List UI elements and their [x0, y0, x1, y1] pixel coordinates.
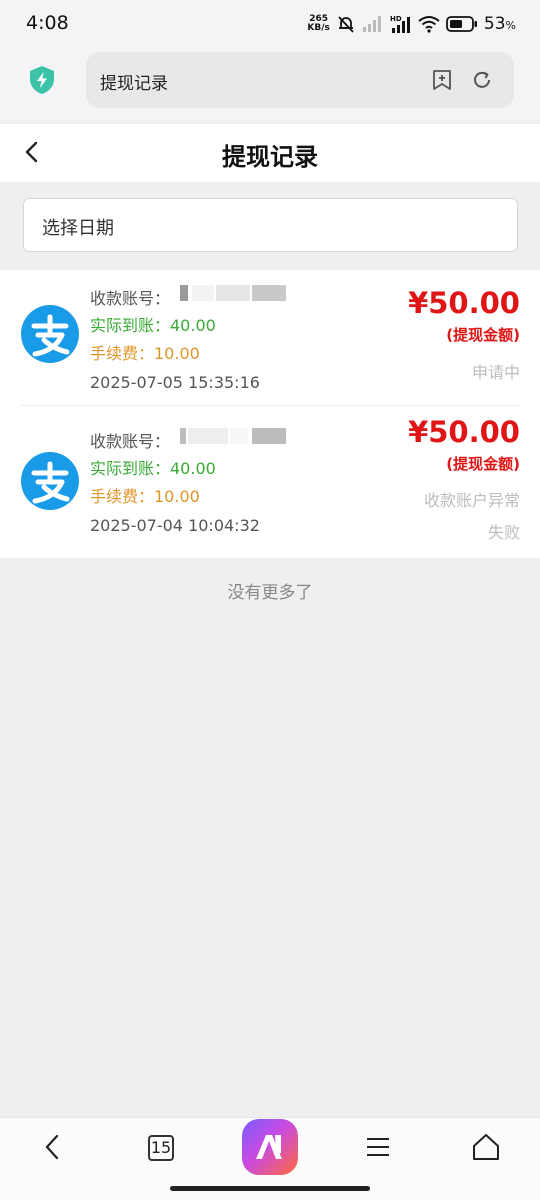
- status-icons: 265 KB/s HD 53%: [307, 12, 516, 36]
- divider: [20, 405, 520, 406]
- withdraw-amount: ¥50.00: [408, 286, 520, 320]
- add-bookmark-icon[interactable]: [430, 68, 454, 92]
- menu-icon[interactable]: [363, 1132, 393, 1162]
- account-line: 收款账号：: [90, 285, 286, 309]
- withdraw-amount-label: (提现金额): [446, 455, 520, 473]
- status-bar: 4:08 265 KB/s HD 53%: [0, 0, 540, 46]
- shield-icon[interactable]: [28, 65, 56, 95]
- fee-amount: 手续费：10.00: [90, 487, 200, 506]
- network-speed: 265 KB/s: [307, 14, 330, 33]
- list-item[interactable]: 收款账号： 实际到账：40.00 手续费：10.00 2025-07-05 15…: [0, 270, 540, 410]
- bottom-nav: 15: [0, 1117, 540, 1200]
- alipay-icon: [21, 305, 79, 363]
- withdraw-amount-label: (提现金额): [446, 326, 520, 344]
- no-more-text: 没有更多了: [227, 583, 313, 603]
- url-text[interactable]: 提现记录: [100, 69, 168, 94]
- mute-bell-icon: [338, 16, 354, 33]
- status-time: 4:08: [26, 12, 69, 34]
- account-label: 收款账号：: [90, 289, 171, 308]
- wifi-icon: [418, 16, 440, 33]
- status-badge: 申请中: [471, 363, 520, 382]
- account-line: 收款账号：: [90, 428, 286, 452]
- signal-empty-icon: [362, 16, 381, 32]
- date-picker-label: 选择日期: [42, 218, 114, 239]
- battery-icon: [446, 16, 477, 32]
- svg-text:HD: HD: [390, 15, 402, 23]
- address-bar[interactable]: 提现记录: [86, 52, 514, 108]
- withdraw-amount: ¥50.00: [408, 415, 520, 449]
- status-detail: 失败: [487, 523, 520, 542]
- app-logo-icon[interactable]: [242, 1119, 298, 1175]
- account-label: 收款账号：: [90, 432, 171, 451]
- masked-account-number: [176, 283, 286, 303]
- alipay-icon: [21, 452, 79, 510]
- home-indicator[interactable]: [170, 1186, 370, 1191]
- nav-back-icon[interactable]: [38, 1132, 68, 1162]
- browser-bar: 提现记录: [0, 46, 540, 120]
- received-amount: 实际到账：40.00: [90, 459, 216, 478]
- withdrawal-record-list: 收款账号： 实际到账：40.00 手续费：10.00 2025-07-05 15…: [0, 270, 540, 558]
- received-amount: 实际到账：40.00: [90, 316, 216, 335]
- record-time: 2025-07-04 10:04:32: [90, 516, 260, 535]
- date-picker-button[interactable]: 选择日期: [23, 198, 518, 252]
- page-header: 提现记录: [0, 120, 540, 182]
- list-item[interactable]: 收款账号： 实际到账：40.00 手续费：10.00 2025-07-04 10…: [0, 408, 540, 548]
- status-badge: 收款账户异常: [423, 491, 520, 510]
- fee-amount: 手续费：10.00: [90, 344, 200, 363]
- tabs-icon[interactable]: 15: [148, 1135, 174, 1161]
- masked-account-number: [176, 426, 286, 446]
- app-logo-glyph: [256, 1135, 282, 1159]
- signal-hd-icon: HD: [390, 15, 410, 33]
- record-time: 2025-07-05 15:35:16: [90, 373, 260, 392]
- home-icon[interactable]: [471, 1132, 501, 1162]
- battery-percent: 53%: [483, 14, 516, 34]
- refresh-icon[interactable]: [470, 68, 494, 92]
- page-title: 提现记录: [222, 143, 318, 171]
